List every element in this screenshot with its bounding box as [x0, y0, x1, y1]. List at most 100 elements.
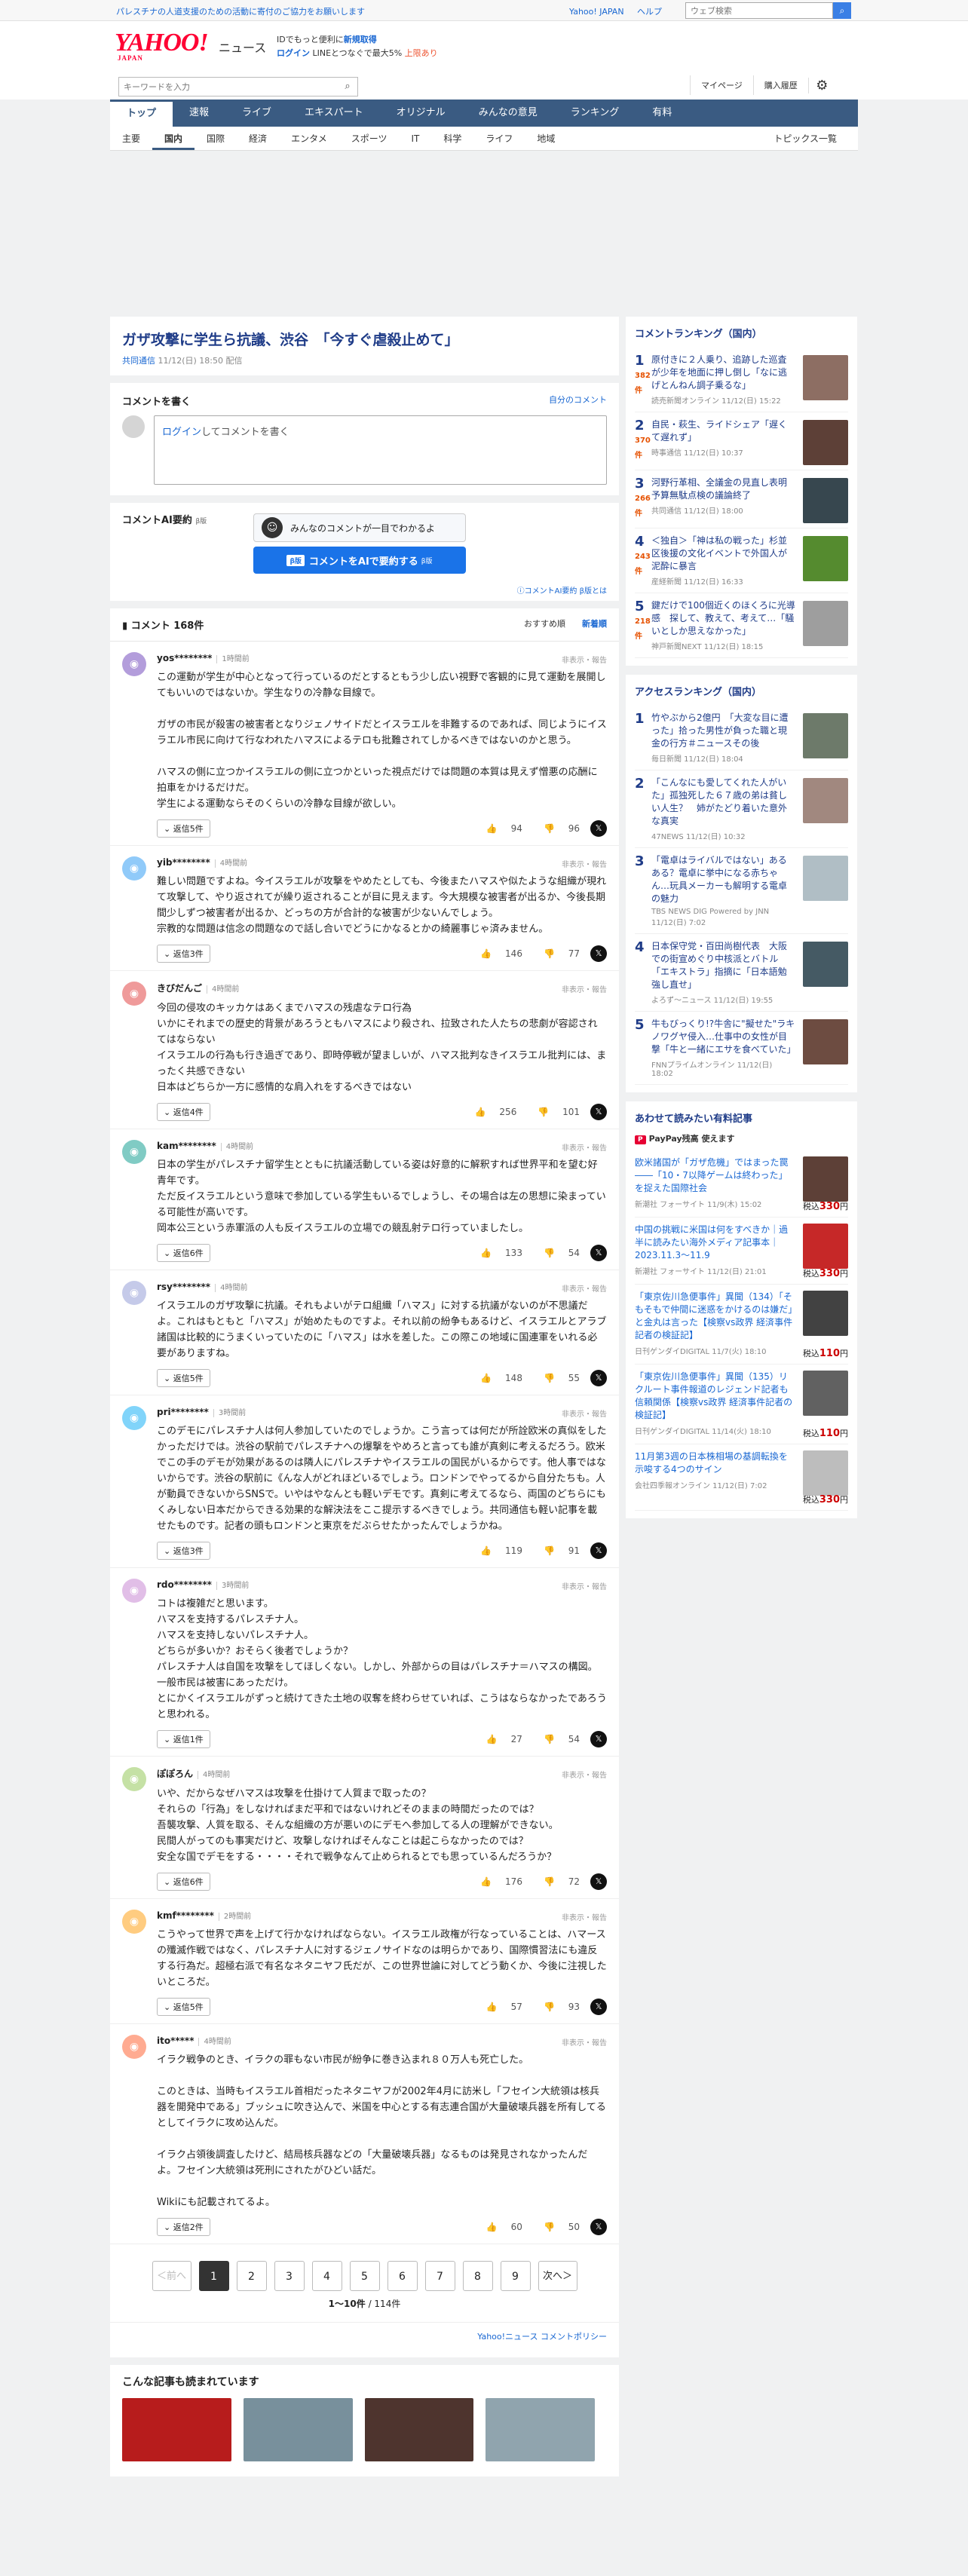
comment-username[interactable]: pri********	[157, 1407, 209, 1417]
paid-article-item[interactable]: 欧米諸国が「ガザ危機」ではまった罠――「10・7以降ゲームは終わった」を捉えた国…	[635, 1150, 848, 1218]
rank-thumbnail[interactable]	[803, 856, 848, 901]
comment-user[interactable]: pri******** 3時間前	[157, 1406, 607, 1417]
rank-thumbnail[interactable]	[803, 1019, 848, 1064]
related-thumbnail[interactable]	[364, 2398, 474, 2461]
rank-title[interactable]: 自民・萩生、ライドシェア「遅くて遅れず」	[651, 418, 795, 444]
search-icon[interactable]: ⌕	[833, 2, 851, 19]
report-link[interactable]: 非表示・報告	[562, 1407, 607, 1419]
report-link[interactable]: 非表示・報告	[562, 1769, 607, 1780]
comment-user[interactable]: rsy******** 4時間前	[157, 1281, 607, 1292]
ranking-item[interactable]: 5 218 件 鍵だけで100個近くのほくろに光導感 探して、教えて、考えて…「騒いと…	[635, 593, 848, 658]
cat-life[interactable]: ライフ	[473, 127, 525, 150]
x-share-icon[interactable]: 𝕏	[590, 1245, 607, 1261]
rank-title[interactable]: 原付きに２人乗り、追跡した巡査が少年を地面に押し倒し「なに逃げとんねん調子乗るな…	[651, 354, 795, 392]
replies-button[interactable]: ⌄ 返信2件	[157, 2218, 210, 2236]
report-link[interactable]: 非表示・報告	[562, 983, 607, 994]
avatar[interactable]: ◉	[122, 1767, 146, 1791]
like-button[interactable]: 👍 57	[476, 2002, 522, 2012]
dislike-button[interactable]: 👎 77	[533, 948, 580, 959]
ranking-item[interactable]: 3 266 件 河野行革相、全議金の見直し表明 予算無駄点検の議論終了 共同通信 11/…	[635, 470, 848, 528]
ranking-item[interactable]: 1 382 件 原付きに２人乗り、追跡した巡査が少年を地面に押し倒し「なに逃げとんねん…	[635, 348, 848, 412]
gnav-ranking[interactable]: ランキング	[554, 100, 636, 127]
article-title[interactable]: ガザ攻撃に学生ら抗議、渋谷 「今すぐ虐殺止めて」	[110, 317, 619, 354]
gnav-flash[interactable]: 速報	[173, 100, 225, 127]
prev-page-button[interactable]: ＜前へ	[152, 2261, 191, 2291]
report-link[interactable]: 非表示・報告	[562, 1580, 607, 1591]
article-source[interactable]: 共同通信	[122, 356, 155, 366]
rank-thumbnail[interactable]	[803, 355, 848, 400]
avatar[interactable]: ◉	[122, 2035, 146, 2059]
dislike-button[interactable]: 👎 91	[533, 1545, 580, 1556]
paid-article-thumbnail[interactable]	[803, 1156, 848, 1202]
ranking-item[interactable]: 3 「電卓はライバルではない」あるある？電卓に挙中になる赤ちゃん…玩具メーカーも解…	[635, 848, 848, 934]
x-share-icon[interactable]: 𝕏	[590, 945, 607, 962]
comment-user[interactable]: ぽぽろん 4時間前	[157, 1767, 607, 1780]
avatar[interactable]: ◉	[122, 1579, 146, 1603]
cat-world[interactable]: 国際	[195, 127, 237, 150]
paid-article-thumbnail[interactable]	[803, 1450, 848, 1496]
paid-article-title[interactable]: 「東京佐川急便事件」異聞（135）リクルート事件報道のレジェンド記者も信頼関係【…	[635, 1371, 795, 1422]
paid-article-thumbnail[interactable]	[803, 1224, 848, 1269]
x-share-icon[interactable]: 𝕏	[590, 1999, 607, 2015]
dislike-button[interactable]: 👎 54	[533, 1734, 580, 1744]
comment-user[interactable]: ito***** 4時間前	[157, 2035, 607, 2046]
news-brand[interactable]: ニュース	[219, 38, 266, 56]
ai-summarize-button[interactable]: β版 コメントをAIで要約する β版	[253, 547, 466, 574]
comment-user[interactable]: kam******** 4時間前	[157, 1140, 607, 1151]
page-button[interactable]: 7	[424, 2261, 455, 2291]
ranking-item[interactable]: 2 「こんなにも愛してくれた人がいた」孤独死した６７歳の弟は貧しい人生？ 姉がたど…	[635, 770, 848, 848]
rank-thumbnail[interactable]	[803, 778, 848, 823]
ranking-item[interactable]: 5 牛もびっくり!?牛舎に"擬せた"ラキノワグヤ侵入…仕事中の女性が目撃「牛と一緒…	[635, 1012, 848, 1085]
avatar[interactable]: ◉	[122, 1140, 146, 1164]
line-promo-text[interactable]: LINEとつなぐで最大5%	[313, 48, 405, 58]
gnav-opinion[interactable]: みんなの意見	[462, 100, 554, 127]
gear-icon[interactable]: ⚙	[807, 77, 835, 93]
paid-article-thumbnail[interactable]	[803, 1371, 848, 1416]
cat-entertainment[interactable]: エンタメ	[279, 127, 339, 150]
paid-article-title[interactable]: 「東京佐川急便事件」異聞（134）「そもそもで仲間に迷惑をかけるのは嫌だ」と金丸…	[635, 1291, 795, 1342]
page-button[interactable]: 5	[349, 2261, 380, 2291]
rank-thumbnail[interactable]	[803, 713, 848, 758]
dislike-button[interactable]: 👎 54	[533, 1248, 580, 1258]
comment-policy-link[interactable]: Yahoo!ニュース コメントポリシー	[110, 2322, 619, 2357]
ranking-item[interactable]: 2 370 件 自民・萩生、ライドシェア「遅くて遅れず」 時事通信 11/12(日) 1…	[635, 412, 848, 470]
gnav-live[interactable]: ライブ	[225, 100, 288, 127]
related-thumbnail[interactable]	[122, 2398, 231, 2461]
rank-title[interactable]: 日本保守党・百田尚樹代表 大阪での街宣めぐり中核派とバトル「エキストラ」指摘に「…	[651, 940, 795, 991]
like-button[interactable]: 👍 146	[470, 948, 522, 959]
x-share-icon[interactable]: 𝕏	[590, 1104, 607, 1120]
cat-economy[interactable]: 経済	[237, 127, 279, 150]
comment-user[interactable]: kmf******** 2時間前	[157, 1910, 607, 1921]
replies-button[interactable]: ⌄ 返信6件	[157, 1244, 210, 1262]
replies-button[interactable]: ⌄ 返信3件	[157, 1542, 210, 1560]
cat-local[interactable]: 地域	[525, 127, 567, 150]
paid-article-title[interactable]: 中国の挑戦に米国は何をすべきか｜過半に読みたい海外メディア記事本｜2023.11…	[635, 1224, 795, 1262]
x-share-icon[interactable]: 𝕏	[590, 2219, 607, 2235]
like-button[interactable]: 👍 119	[470, 1545, 522, 1556]
page-button[interactable]: 8	[462, 2261, 493, 2291]
page-button[interactable]: 9	[500, 2261, 531, 2291]
paid-article-title[interactable]: 欧米諸国が「ガザ危機」ではまった罠――「10・7以降ゲームは終わった」を捉えた国…	[635, 1156, 795, 1195]
paid-article-title[interactable]: 11月第3週の日本株相場の基調転換を示唆する4つのサイン	[635, 1450, 795, 1476]
sort-recommended[interactable]: おすすめ順	[524, 619, 565, 629]
avatar[interactable]: ◉	[122, 1406, 146, 1430]
rank-title[interactable]: 牛もびっくり!?牛舎に"擬せた"ラキノワグヤ侵入…仕事中の女性が目撃「牛と一緒に…	[651, 1018, 796, 1056]
rank-thumbnail[interactable]	[803, 420, 848, 465]
x-share-icon[interactable]: 𝕏	[590, 1731, 607, 1747]
related-thumbnail[interactable]	[486, 2398, 595, 2461]
avatar[interactable]: ◉	[122, 982, 146, 1006]
rank-thumbnail[interactable]	[803, 536, 848, 581]
like-button[interactable]: 👍 27	[476, 1734, 522, 1744]
gnav-original[interactable]: オリジナル	[380, 100, 462, 127]
gnav-top[interactable]: トップ	[110, 100, 173, 127]
avatar[interactable]: ◉	[122, 1910, 146, 1934]
donation-notice-link[interactable]: パレスチナの人道支援のための活動に寄付のご協力をお願いします	[116, 5, 365, 17]
rank-title[interactable]: 「こんなにも愛してくれた人がいた」孤独死した６７歳の弟は貧しい人生？ 姉がたどり…	[651, 776, 795, 828]
rank-thumbnail[interactable]	[803, 601, 848, 646]
cat-science[interactable]: 科学	[431, 127, 473, 150]
comment-username[interactable]: きびだんご	[157, 983, 202, 994]
paid-article-thumbnail[interactable]	[803, 1291, 848, 1336]
comment-username[interactable]: rsy********	[157, 1282, 210, 1292]
gnav-expert[interactable]: エキスパート	[288, 100, 380, 127]
report-link[interactable]: 非表示・報告	[562, 1911, 607, 1922]
